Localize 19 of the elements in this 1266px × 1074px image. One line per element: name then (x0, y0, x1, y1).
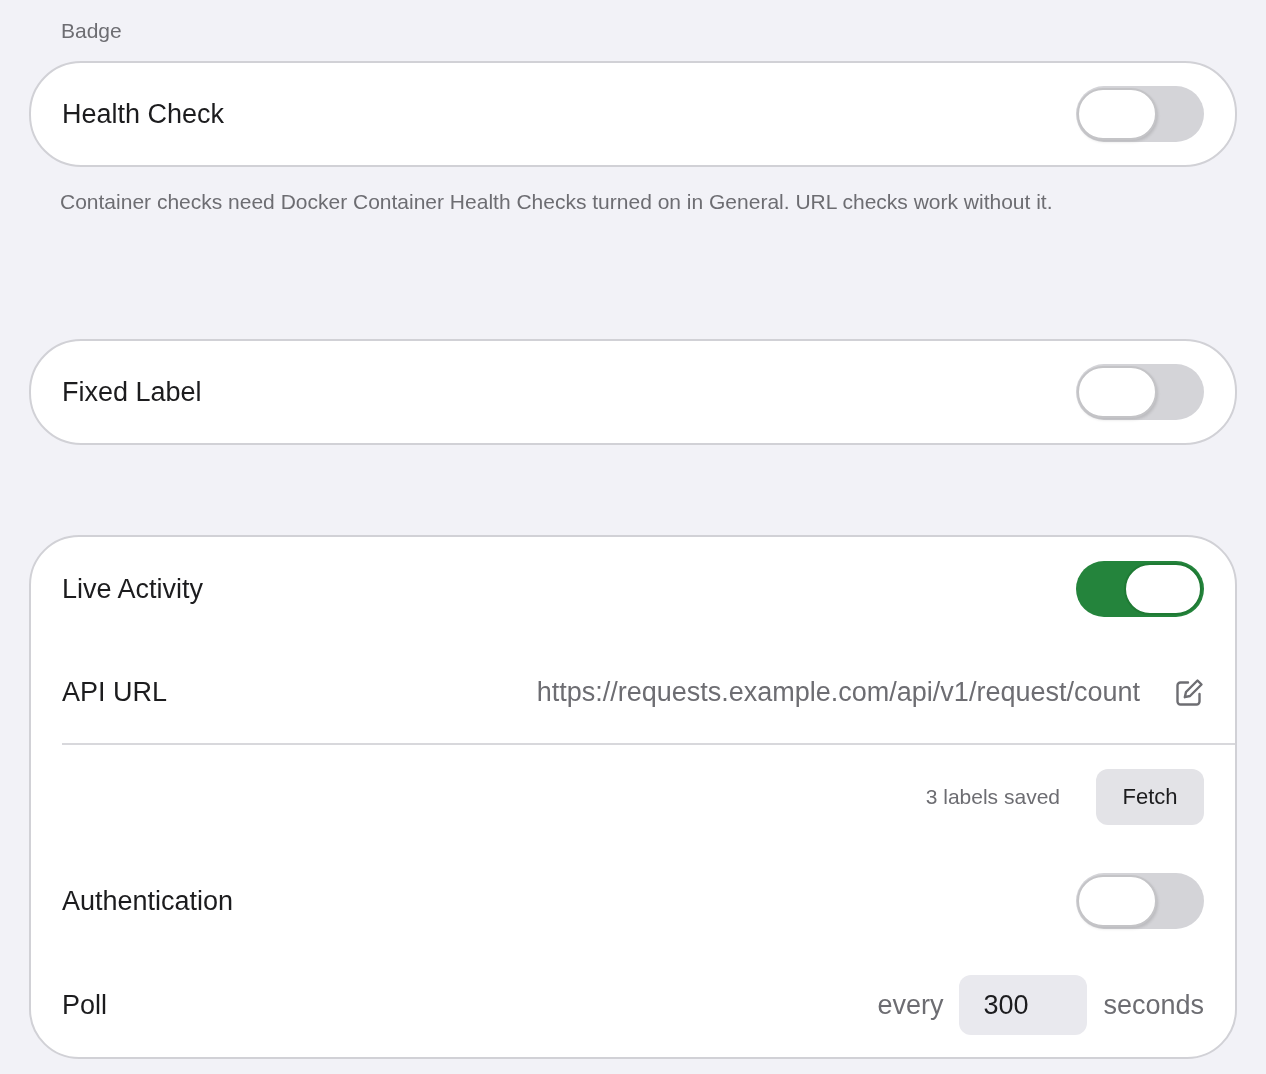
setting-label: Health Check (62, 98, 225, 130)
toggle-switch[interactable] (1076, 873, 1204, 929)
toggle-switch[interactable] (1076, 86, 1204, 142)
prefix-text: every (877, 989, 944, 1021)
fetch-button[interactable]: Fetch (1096, 769, 1204, 825)
toggle-switch[interactable] (1076, 561, 1204, 617)
section-header: Badge (61, 18, 122, 44)
unit-text: seconds (1103, 989, 1204, 1021)
toggle-switch[interactable] (1076, 364, 1204, 420)
setting-label: Fixed Label (62, 376, 202, 408)
setting-label: Live Activity (62, 573, 204, 605)
status-text: 3 labels saved (925, 784, 1060, 810)
setting-label: API URL (62, 676, 168, 708)
setting-label: Poll (62, 989, 108, 1021)
edit-icon[interactable] (1175, 677, 1204, 707)
interval-field[interactable]: 300 (959, 975, 1088, 1035)
section-footer: Container checks need Docker Container Health Checks turned on in General. URL checks work without it. (60, 189, 1237, 215)
setting-label: Authentication (62, 885, 234, 917)
url-value: https://requests.example.com/api/v1/request/count (536, 676, 1140, 708)
